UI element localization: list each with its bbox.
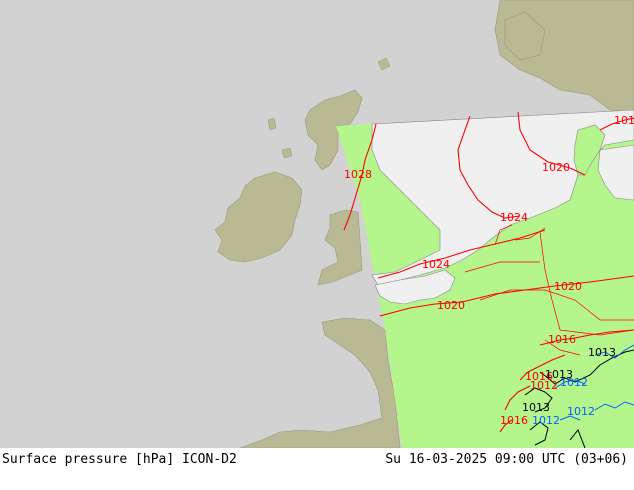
isobar-label: 1012 <box>567 405 595 418</box>
isobar-label: 1016 <box>500 414 528 427</box>
isobar-label: 1024 <box>500 211 528 224</box>
map-title: Surface pressure [hPa] ICON-D2 <box>2 452 237 467</box>
forecast-time: Su 16-03-2025 09:00 UTC (03+06) <box>385 452 628 467</box>
isobar-label: 1020 <box>554 280 582 293</box>
pressure-map: 1028 1024 1024 1020 1020 1020 1016 1016 … <box>0 0 634 448</box>
isobar-label: 1013 <box>522 401 550 414</box>
isobar-label: 1020 <box>542 161 570 174</box>
map-footer: Surface pressure [hPa] ICON-D2 Su 16-03-… <box>0 448 634 490</box>
isobar-label: 1012 <box>560 376 588 389</box>
isobar-label: 1028 <box>344 168 372 181</box>
isobar-label: 1024 <box>422 258 450 271</box>
isobar-label: 1012 <box>532 414 560 427</box>
isobar-label: 1020 <box>437 299 465 312</box>
isobar-label: 1016 <box>614 114 634 127</box>
map-area: 1028 1024 1024 1020 1020 1020 1016 1016 … <box>0 0 634 448</box>
isobar-label: 1016 <box>548 333 576 346</box>
isobar-label: 1013 <box>588 346 616 359</box>
